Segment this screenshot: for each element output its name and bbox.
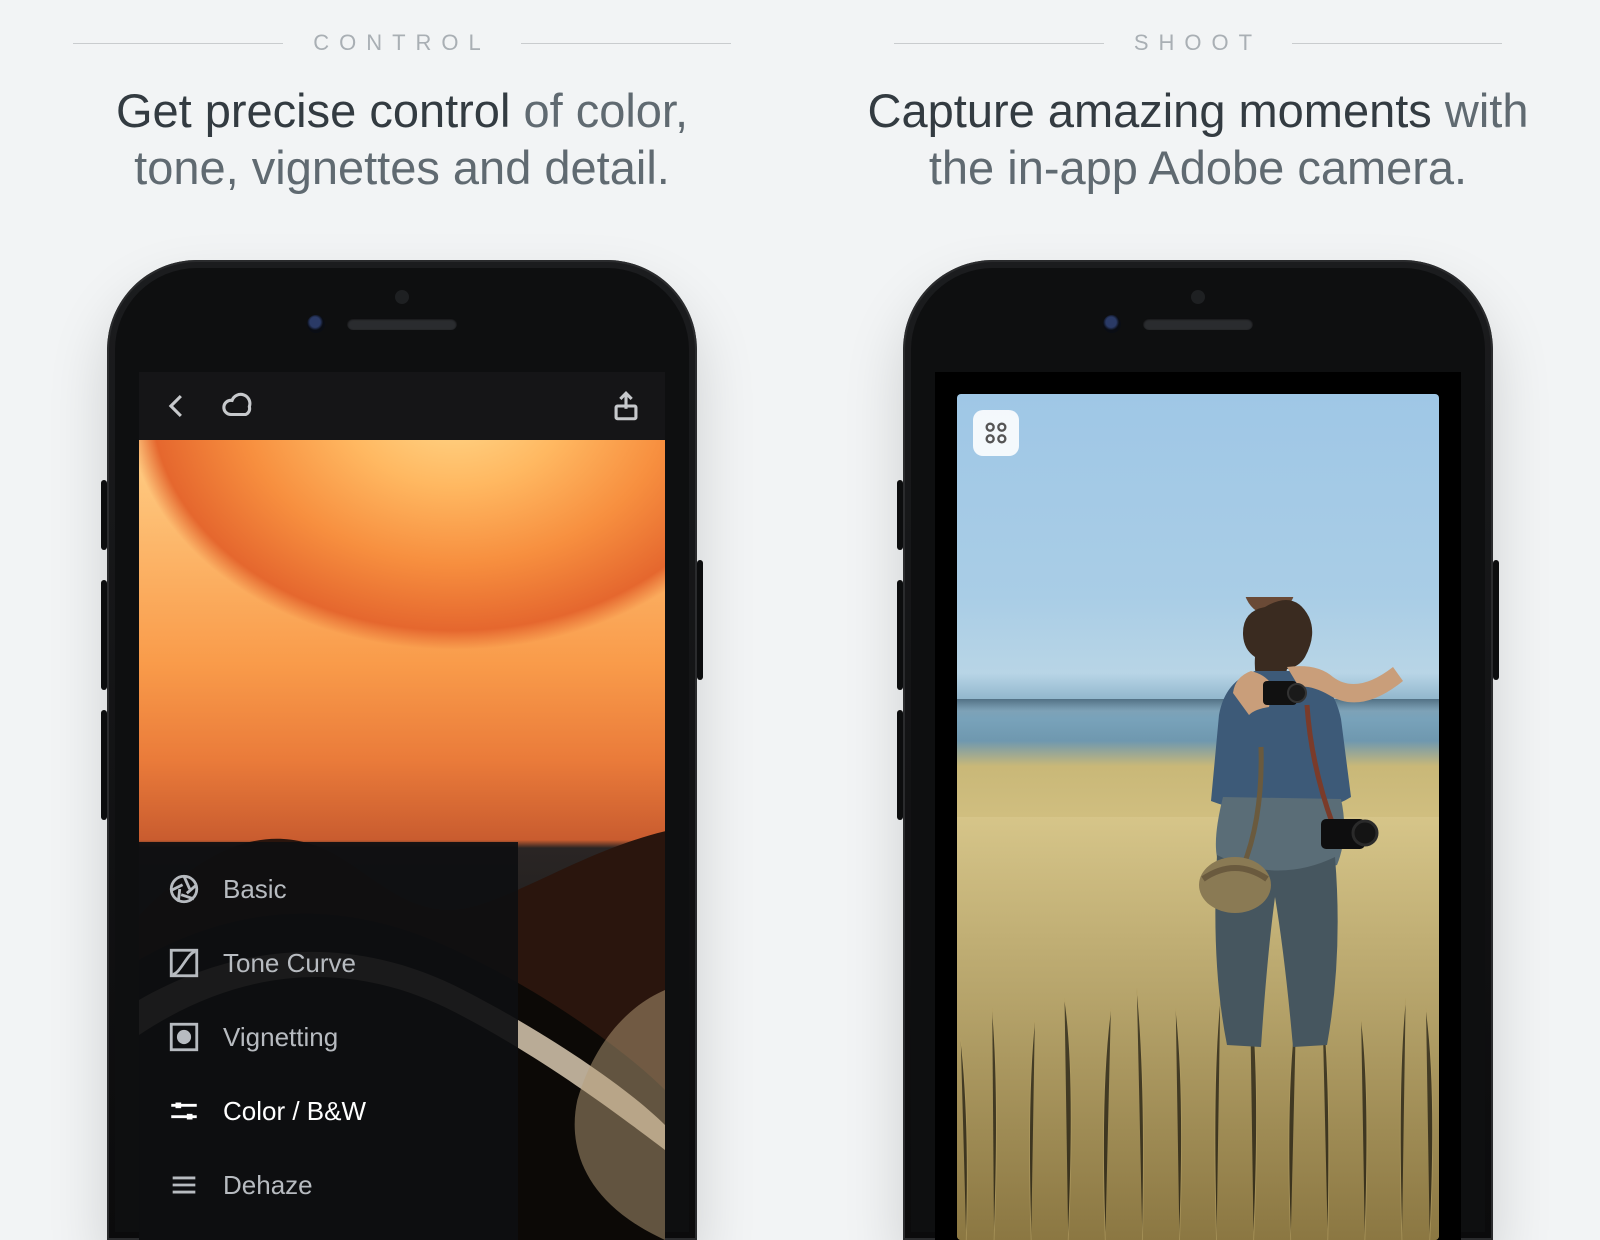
sliders-icon	[167, 1094, 201, 1128]
tool-label: Vignetting	[223, 1022, 338, 1053]
proximity-sensor	[395, 290, 409, 304]
volume-up	[101, 580, 107, 690]
mute-switch	[897, 480, 903, 550]
power-button	[1493, 560, 1499, 680]
screen-editor: Basic Tone Curve Vignettin	[139, 372, 665, 1240]
grid-toggle-button[interactable]	[973, 410, 1019, 456]
editor-topbar	[139, 372, 665, 440]
back-icon[interactable]	[161, 389, 195, 423]
proximity-sensor	[1191, 290, 1205, 304]
tool-label: Color / B&W	[223, 1096, 366, 1127]
lines-icon	[167, 1168, 201, 1202]
share-icon[interactable]	[609, 389, 643, 423]
front-camera	[307, 315, 325, 333]
rule-right	[1292, 43, 1502, 44]
panel-shoot: SHOOT Capture amazing moments with the i…	[808, 20, 1588, 1180]
mute-switch	[101, 480, 107, 550]
camera-viewfinder[interactable]	[957, 394, 1439, 1240]
headline-bold: Capture amazing moments	[868, 84, 1432, 137]
vignette-icon	[167, 1020, 201, 1054]
eyebrow-label: CONTROL	[313, 30, 491, 56]
rule-left	[894, 43, 1104, 44]
photographer-figure	[1169, 597, 1409, 1067]
earpiece	[1143, 318, 1253, 330]
phone-mockup-left: Basic Tone Curve Vignettin	[107, 260, 697, 1240]
headline-bold: Get precise control	[116, 84, 510, 137]
eyebrow-row: SHOOT	[808, 30, 1588, 56]
photo-viewport[interactable]: Basic Tone Curve Vignettin	[139, 440, 665, 1240]
rule-left	[73, 43, 283, 44]
tool-color-bw[interactable]: Color / B&W	[139, 1074, 518, 1148]
phone-mockup-right	[903, 260, 1493, 1240]
volume-up	[897, 580, 903, 690]
panel-control: CONTROL Get precise control of color, to…	[12, 20, 792, 1180]
headline-shoot: Capture amazing moments with the in-app …	[858, 82, 1538, 197]
tool-label: Dehaze	[223, 1170, 313, 1201]
headline-control: Get precise control of color, tone, vign…	[62, 82, 742, 197]
tool-basic[interactable]: Basic	[139, 852, 518, 926]
rule-right	[521, 43, 731, 44]
aperture-icon	[167, 872, 201, 906]
volume-down	[101, 710, 107, 820]
eyebrow-label: SHOOT	[1134, 30, 1262, 56]
front-camera	[1103, 315, 1121, 333]
tool-vignetting[interactable]: Vignetting	[139, 1000, 518, 1074]
tool-dehaze[interactable]: Dehaze	[139, 1148, 518, 1222]
letterbox	[935, 372, 1461, 394]
eyebrow-row: CONTROL	[12, 30, 792, 56]
volume-down	[897, 710, 903, 820]
tool-label: Basic	[223, 874, 287, 905]
tool-label: Tone Curve	[223, 948, 356, 979]
cloud-icon[interactable]	[221, 389, 255, 423]
screen-camera	[935, 372, 1461, 1240]
earpiece	[347, 318, 457, 330]
curve-icon	[167, 946, 201, 980]
tool-tone-curve[interactable]: Tone Curve	[139, 926, 518, 1000]
tool-sheet: Basic Tone Curve Vignettin	[139, 842, 518, 1240]
power-button	[697, 560, 703, 680]
